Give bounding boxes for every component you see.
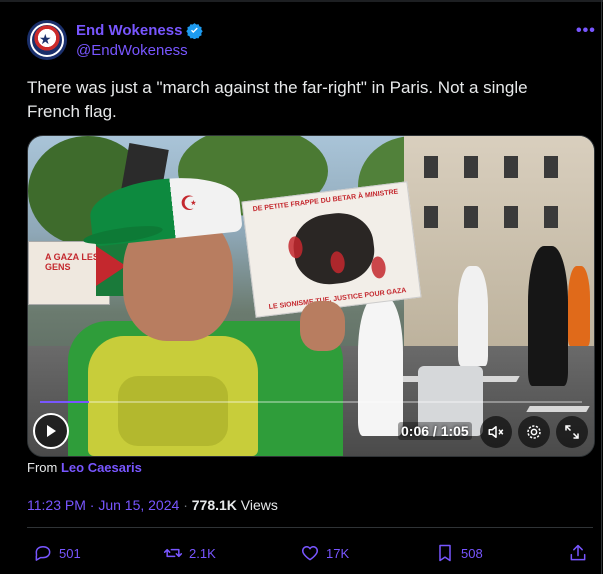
play-button[interactable] <box>33 413 69 449</box>
reply-button[interactable]: 501 <box>33 543 81 563</box>
attribution-source-link[interactable]: Leo Caesaris <box>61 460 142 475</box>
actions-divider <box>27 527 593 528</box>
heart-icon <box>301 546 319 561</box>
bookmark-count: 508 <box>461 545 483 561</box>
fullscreen-icon <box>565 425 579 439</box>
repost-icon <box>163 548 183 558</box>
video-time: 0:06 / 1:05 <box>398 422 472 440</box>
like-count: 17K <box>326 545 350 561</box>
repost-button[interactable]: 2.1K <box>163 543 216 563</box>
settings-button[interactable] <box>518 416 550 448</box>
tweet-text: There was just a "march against the far-… <box>27 78 528 121</box>
protester-hand <box>300 301 345 351</box>
attribution-prefix: From <box>27 460 58 475</box>
avatar-star-icon: ★ <box>39 31 52 47</box>
verified-badge-icon <box>186 23 204 39</box>
crowd-person <box>458 266 488 366</box>
cap-star-icon: ☪ <box>180 193 198 215</box>
top-divider <box>0 0 603 2</box>
like-button[interactable]: 17K <box>300 543 349 563</box>
crowd-person <box>568 266 590 346</box>
tweet-actions: 501 2.1K 17K 508 <box>0 543 603 567</box>
views-label: Views <box>240 497 278 513</box>
sign-portrait <box>289 209 378 289</box>
backpack <box>88 336 258 456</box>
reply-count: 501 <box>59 545 81 561</box>
bookmark-icon <box>439 544 451 562</box>
share-icon <box>570 544 586 561</box>
author-display-name[interactable]: End Wokeness <box>76 22 182 39</box>
fullscreen-button[interactable] <box>556 416 588 448</box>
video-progress-fill <box>40 401 89 403</box>
share-button[interactable] <box>568 543 588 563</box>
video-attribution: From Leo Caesaris <box>27 460 142 475</box>
reply-icon <box>35 546 51 561</box>
author-avatar[interactable]: ★ <box>27 20 67 60</box>
author-handle[interactable]: @EndWokeness <box>76 42 188 59</box>
crowd-person <box>358 296 403 436</box>
settings-icon <box>527 425 541 439</box>
author-name-row: End Wokeness <box>76 22 204 39</box>
volume-icon <box>488 426 504 438</box>
more-options-button[interactable]: ••• <box>576 22 596 40</box>
views-count: 778.1K <box>191 497 237 513</box>
protest-sign: DE PETITE FRAPPE DU BETAR À MINISTRE LE … <box>241 181 422 318</box>
volume-button[interactable] <box>480 416 512 448</box>
crowd-person <box>528 246 568 386</box>
play-icon <box>47 425 56 437</box>
tweet-timestamp[interactable]: 11:23 PM · Jun 15, 2024 <box>27 497 179 513</box>
right-border <box>601 0 602 574</box>
bookmark-button[interactable]: 508 <box>435 543 483 563</box>
video-player[interactable]: A GAZA LES GENS DE PETITE FRAPPE DU BETA… <box>27 135 595 457</box>
repost-count: 2.1K <box>189 545 216 561</box>
meta-separator: · <box>183 497 188 513</box>
video-progress-bar[interactable] <box>40 401 582 403</box>
tweet-meta: 11:23 PM · Jun 15, 2024 · 778.1K Views <box>27 497 278 513</box>
